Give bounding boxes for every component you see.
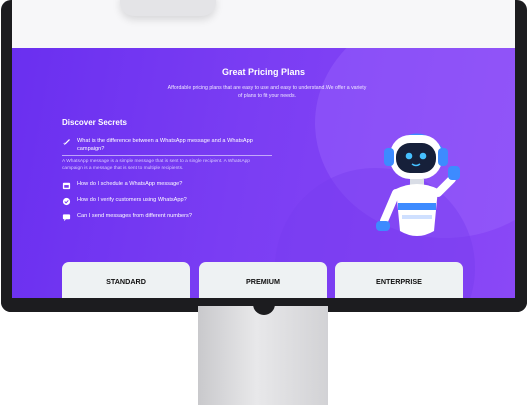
faq-question: Can I send messages from different numbe…: [77, 213, 192, 219]
pricing-subtitle: Affordable pricing plans that are easy t…: [167, 85, 367, 99]
plan-card-premium[interactable]: PREMIUM: [199, 262, 327, 298]
faq-list: What is the difference between a WhatsAp…: [62, 138, 272, 229]
faq-item[interactable]: How do I verify customers using WhatsApp…: [62, 197, 272, 206]
verified-icon: [62, 197, 71, 206]
plan-card-enterprise[interactable]: ENTERPRISE: [335, 262, 463, 298]
faq-answer: A WhatsApp message is a simple message t…: [62, 159, 250, 171]
pricing-title: Great Pricing Plans: [221, 67, 306, 77]
faq-item[interactable]: What is the difference between a WhatsAp…: [62, 138, 272, 156]
top-device-element: [120, 0, 216, 16]
plan-card-standard[interactable]: STANDARD: [62, 262, 190, 298]
chat-icon: [62, 213, 71, 222]
rocket-icon: [62, 138, 71, 147]
faq-question: How do I schedule a WhatsApp message?: [77, 181, 183, 187]
monitor-stand: [198, 306, 328, 405]
faq-item[interactable]: How do I schedule a WhatsApp message?: [62, 181, 272, 190]
screen: Great Pricing Plans Affordable pricing p…: [12, 0, 515, 298]
robot-illustration: [372, 123, 462, 248]
pricing-section: Great Pricing Plans Affordable pricing p…: [12, 48, 515, 298]
calendar-icon: [62, 181, 71, 190]
page-top-section: [12, 0, 515, 48]
faq-heading: Discover Secrets: [62, 118, 127, 127]
faq-question: What is the difference between a WhatsAp…: [77, 138, 253, 152]
faq-item[interactable]: Can I send messages from different numbe…: [62, 213, 272, 222]
faq-question: How do I verify customers using WhatsApp…: [77, 197, 187, 203]
